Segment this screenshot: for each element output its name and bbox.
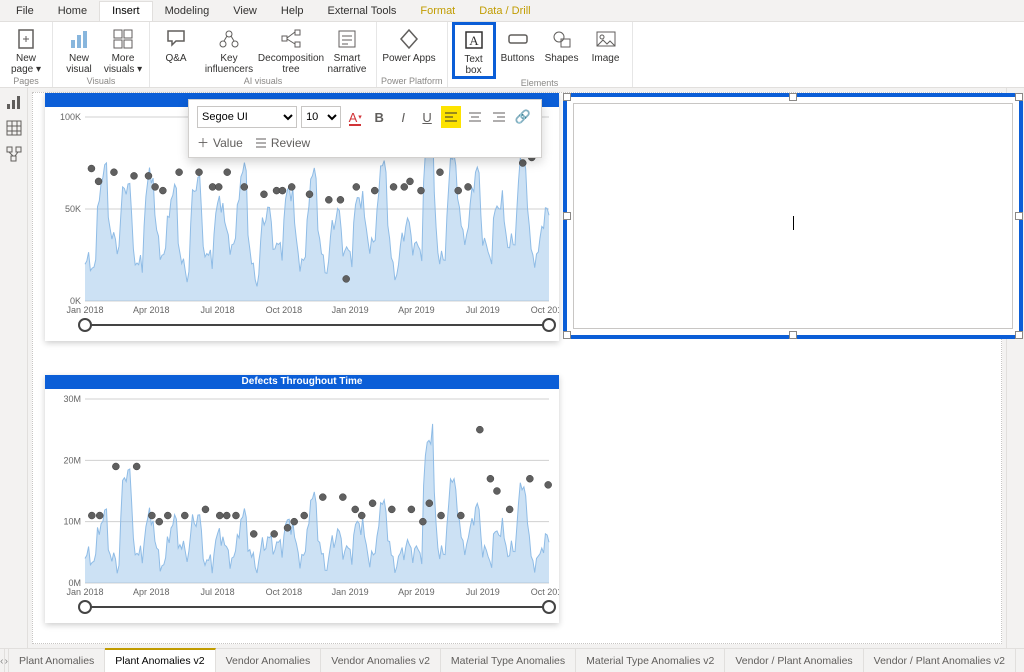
- menu-insert[interactable]: Insert: [99, 1, 153, 21]
- ribbon-shapes[interactable]: Shapes: [540, 24, 584, 77]
- review-button[interactable]: Review: [255, 136, 310, 150]
- text-cursor: [793, 216, 794, 230]
- add-value-button[interactable]: ＋ Value: [197, 134, 243, 151]
- inserted-text-box[interactable]: [563, 93, 1023, 339]
- svg-text:Apr 2019: Apr 2019: [398, 587, 435, 597]
- menu-data-drill[interactable]: Data / Drill: [467, 2, 542, 21]
- svg-text:Jul 2019: Jul 2019: [466, 587, 500, 597]
- page-tab[interactable]: Plant Anomalies v2: [105, 648, 215, 672]
- data-view-icon[interactable]: [6, 120, 22, 136]
- page-tab[interactable]: Vendor Anomalies: [216, 649, 322, 672]
- svg-text:Oct 2018: Oct 2018: [266, 305, 303, 315]
- svg-text:Jul 2018: Jul 2018: [201, 587, 235, 597]
- align-right-button[interactable]: [489, 106, 509, 128]
- link-button[interactable]: 🔗: [513, 106, 533, 128]
- align-left-button[interactable]: [441, 106, 461, 128]
- view-rail: [0, 88, 28, 648]
- svg-text:Oct 2019: Oct 2019: [531, 587, 559, 597]
- page-tab[interactable]: Vendor / Plant An: [1016, 649, 1024, 672]
- bold-button[interactable]: B: [369, 106, 389, 128]
- menu-view[interactable]: View: [221, 2, 269, 21]
- svg-text:Jan 2018: Jan 2018: [66, 587, 103, 597]
- svg-text:100K: 100K: [60, 112, 81, 122]
- font-family-select[interactable]: Segoe UI: [197, 106, 297, 128]
- svg-text:10M: 10M: [63, 517, 81, 527]
- ribbon: New page ▾PagesNew visualMore visuals ▾V…: [0, 22, 1024, 88]
- ribbon-image[interactable]: Image: [584, 24, 628, 77]
- ribbon-text-box[interactable]: AText box: [452, 22, 496, 79]
- italic-button[interactable]: I: [393, 106, 413, 128]
- menu-format[interactable]: Format: [408, 2, 467, 21]
- svg-text:Jul 2019: Jul 2019: [466, 305, 500, 315]
- ribbon-qna[interactable]: Q&A: [154, 24, 198, 75]
- svg-text:Apr 2018: Apr 2018: [133, 305, 170, 315]
- page-tab[interactable]: Plant Anomalies: [9, 649, 105, 672]
- ribbon-power-apps[interactable]: Power Apps: [381, 24, 437, 75]
- menu-home[interactable]: Home: [46, 2, 99, 21]
- font-size-select[interactable]: 10: [301, 106, 341, 128]
- svg-text:Oct 2018: Oct 2018: [266, 587, 303, 597]
- svg-text:Oct 2019: Oct 2019: [531, 305, 559, 315]
- svg-text:Jan 2019: Jan 2019: [332, 587, 369, 597]
- page-tabs: ‹›Plant AnomaliesPlant Anomalies v2Vendo…: [0, 648, 1024, 672]
- report-canvas[interactable]: Segoe UI 10 A▾ B I U 🔗 ＋ Value Review 10…: [32, 92, 1002, 644]
- ribbon-key-influencers[interactable]: Key influencers: [198, 24, 260, 75]
- ribbon-smart-narrative[interactable]: Smart narrative: [322, 24, 372, 75]
- svg-text:Jan 2019: Jan 2019: [332, 305, 369, 315]
- ribbon-buttons[interactable]: Buttons: [496, 24, 540, 77]
- svg-text:Jul 2018: Jul 2018: [201, 305, 235, 315]
- menu-external-tools[interactable]: External Tools: [316, 2, 409, 21]
- menu-modeling[interactable]: Modeling: [153, 2, 222, 21]
- chart-card-2[interactable]: Defects Throughout Time 30M20M10M0MJan 2…: [45, 375, 559, 623]
- svg-text:50K: 50K: [65, 204, 81, 214]
- underline-button[interactable]: U: [417, 106, 437, 128]
- text-format-toolbar: Segoe UI 10 A▾ B I U 🔗 ＋ Value Review: [188, 99, 542, 158]
- page-tab[interactable]: Vendor / Plant Anomalies v2: [864, 649, 1016, 672]
- page-tab[interactable]: Vendor / Plant Anomalies: [725, 649, 863, 672]
- svg-text:A: A: [469, 33, 479, 48]
- menu-file[interactable]: File: [4, 2, 46, 21]
- page-tab[interactable]: Material Type Anomalies v2: [576, 649, 725, 672]
- ribbon-new-visual[interactable]: New visual: [57, 24, 101, 75]
- chart-2-title: Defects Throughout Time: [45, 375, 559, 389]
- svg-text:30M: 30M: [63, 394, 81, 404]
- ribbon-decomp-tree[interactable]: Decomposition tree: [260, 24, 322, 75]
- svg-text:20M: 20M: [63, 455, 81, 465]
- page-tab[interactable]: Material Type Anomalies: [441, 649, 576, 672]
- svg-text:Jan 2018: Jan 2018: [66, 305, 103, 315]
- font-color-button[interactable]: A▾: [345, 106, 365, 128]
- align-center-button[interactable]: [465, 106, 485, 128]
- svg-text:Apr 2019: Apr 2019: [398, 305, 435, 315]
- report-view-icon[interactable]: [6, 94, 22, 110]
- model-view-icon[interactable]: [6, 146, 22, 162]
- page-tab[interactable]: Vendor Anomalies v2: [321, 649, 441, 672]
- menu-bar: FileHomeInsertModelingViewHelpExternal T…: [0, 0, 1024, 22]
- menu-help[interactable]: Help: [269, 2, 316, 21]
- ribbon-more-visuals[interactable]: More visuals ▾: [101, 24, 145, 75]
- svg-text:Apr 2018: Apr 2018: [133, 587, 170, 597]
- ribbon-new-page[interactable]: New page ▾: [4, 24, 48, 75]
